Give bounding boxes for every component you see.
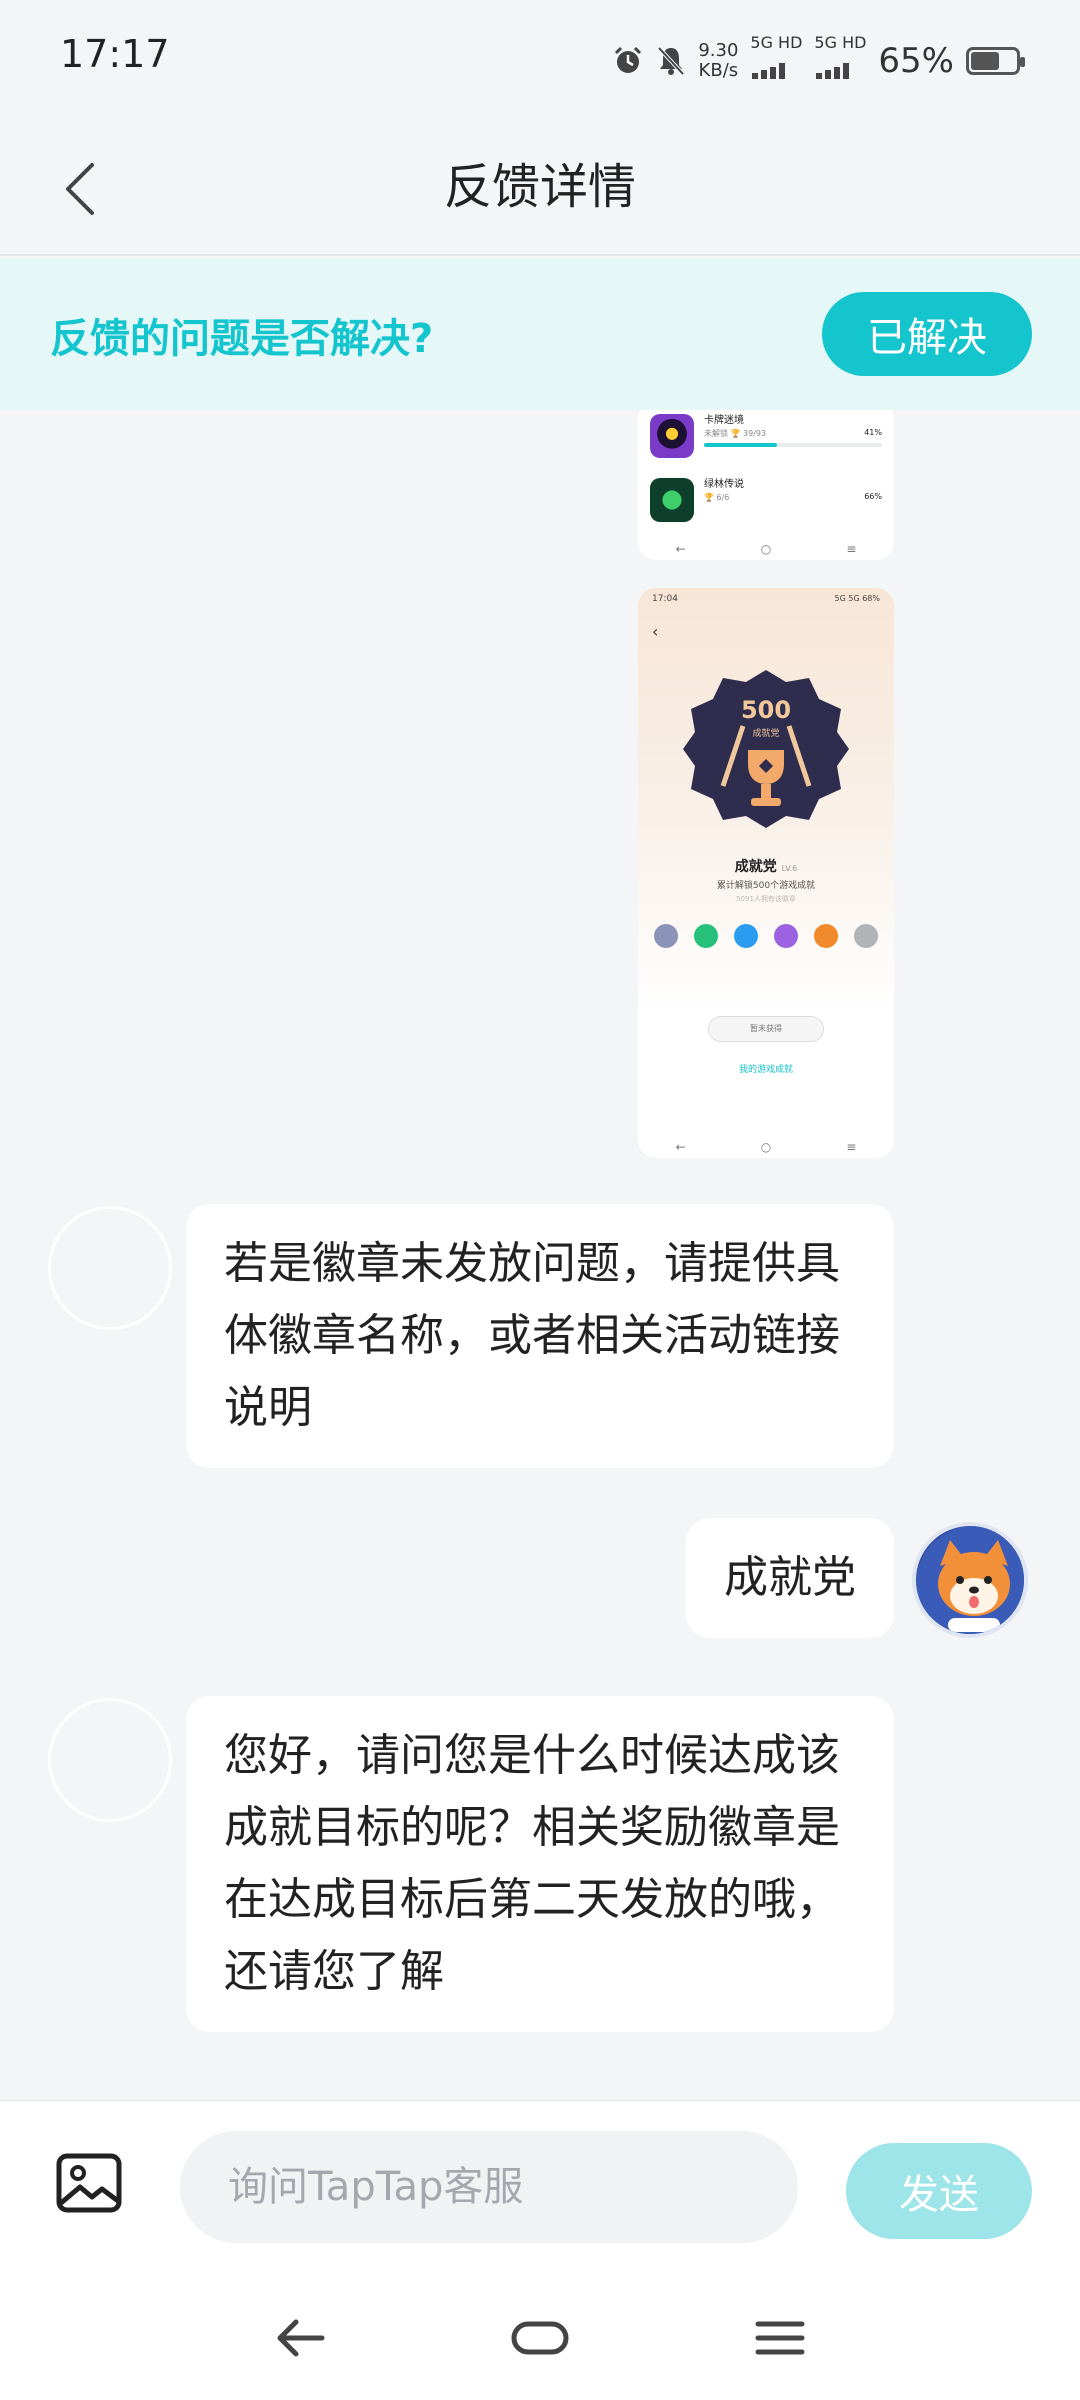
badge-caption: 成就党	[752, 729, 780, 739]
attached-screenshot[interactable]: 卡牌迷境 未解锁 🏆 39/93 41% 绿林传说 🏆 6/6 66% ← ○	[638, 410, 894, 560]
tier-gem-icon	[734, 924, 758, 948]
attached-screenshot[interactable]: 17:04 5G 5G 68% ‹ 500 成就党 成就党 LV.6 累计解锁5…	[638, 588, 894, 1158]
nav-menu-button[interactable]	[740, 2308, 820, 2368]
sim1-signal: 5G HD	[750, 34, 802, 87]
send-button[interactable]: 发送	[846, 2143, 1032, 2239]
game-progress-text: 未解锁 🏆 39/93	[704, 429, 767, 438]
signal-icon	[752, 63, 786, 79]
sim2-signal: 5G HD	[814, 34, 866, 87]
signal-icon	[816, 63, 850, 79]
badge-number: 500	[740, 696, 792, 724]
game-achievement-row: 绿林传说 🏆 6/6 66%	[650, 478, 882, 532]
shot-status: 5G 5G 68%	[834, 594, 880, 603]
status-bar: 17:17 9.30 KB/s 5G HD 5G HD 65%	[0, 0, 1080, 120]
chevron-left-icon: ‹	[652, 622, 659, 641]
battery-percent: 65%	[878, 40, 954, 81]
game-icon	[650, 414, 694, 458]
game-name: 卡牌迷境	[704, 415, 744, 426]
home-icon: ○	[760, 542, 772, 556]
system-nav-bar	[0, 2270, 1080, 2400]
tier-gem-icon	[654, 924, 678, 948]
shiba-avatar-icon	[916, 1526, 1024, 1634]
page-title: 反馈详情	[443, 159, 636, 215]
badge-title: 成就党 LV.6	[734, 859, 798, 875]
status-time: 17:17	[60, 32, 170, 76]
mini-nav-bar: ← ○ ≡	[638, 542, 894, 556]
game-achievement-row: 卡牌迷境 未解锁 🏆 39/93 41%	[650, 414, 882, 468]
progress-bar	[704, 443, 882, 447]
home-icon	[511, 2321, 569, 2355]
agent-message-bubble: 您好，请问您是什么时候达成该成就目标的呢？相关奖励徽章是在达成目标后第二天发放的…	[186, 1696, 894, 2032]
resolve-banner: 反馈的问题是否解决? 已解决	[0, 258, 1080, 410]
resolved-button[interactable]: 已解决	[822, 292, 1032, 376]
achievement-badge: 500 成就党	[683, 666, 849, 832]
not-obtained-button: 暂未获得	[708, 1016, 824, 1042]
my-achievements-link: 我的游戏成就	[738, 1065, 793, 1075]
agent-avatar	[48, 1206, 172, 1330]
game-progress-text: 🏆 6/6	[704, 493, 730, 502]
mini-nav-bar: ← ○ ≡	[638, 1140, 894, 1154]
net-speed: 9.30 KB/s	[698, 39, 739, 81]
game-icon	[650, 478, 694, 522]
back-arrow-icon: ←	[675, 1140, 686, 1154]
tier-gem-icon	[774, 924, 798, 948]
home-icon: ○	[760, 1140, 772, 1154]
game-percent: 66%	[864, 492, 882, 501]
tier-gem-icon	[814, 924, 838, 948]
back-arrow-icon	[277, 2319, 325, 2357]
menu-icon: ≡	[846, 542, 857, 556]
status-icons: 9.30 KB/s 5G HD 5G HD 65%	[612, 34, 1025, 87]
mute-bell-icon	[657, 46, 685, 75]
battery-icon	[966, 46, 1025, 75]
tier-gem-icon	[694, 924, 718, 948]
game-name: 绿林传说	[704, 479, 744, 490]
tier-gem-icon	[854, 924, 878, 948]
chat-area[interactable]: 卡牌迷境 未解锁 🏆 39/93 41% 绿林传说 🏆 6/6 66% ← ○	[0, 410, 1080, 2100]
badge-level: LV.6	[781, 864, 798, 873]
agent-message-bubble: 若是徽章未发放问题，请提供具体徽章名称，或者相关活动链接说明	[186, 1204, 894, 1468]
back-arrow-icon: ←	[675, 542, 686, 556]
menu-icon	[755, 2321, 805, 2355]
badge-medal-icon	[683, 670, 849, 828]
header: 反馈详情	[0, 120, 1080, 256]
badge-tiers	[654, 924, 878, 948]
shot-time: 17:04	[652, 594, 678, 604]
nav-back-button[interactable]	[260, 2308, 340, 2368]
resolve-question: 反馈的问题是否解决?	[50, 316, 434, 362]
image-icon	[56, 2153, 122, 2213]
menu-icon: ≡	[846, 1140, 857, 1154]
input-bar: 发送	[0, 2100, 1080, 2270]
game-percent: 41%	[864, 428, 882, 437]
badge-description: 累计解锁500个游戏成就	[716, 881, 816, 891]
progress-fill	[704, 443, 777, 447]
message-input[interactable]	[180, 2131, 798, 2243]
user-message-bubble: 成就党	[686, 1518, 894, 1638]
agent-avatar	[48, 1698, 172, 1822]
image-upload-button[interactable]	[56, 2153, 122, 2213]
nav-home-button[interactable]	[500, 2308, 580, 2368]
user-avatar[interactable]	[912, 1522, 1028, 1638]
alarm-icon	[615, 46, 642, 73]
badge-sub-description: 5091人拥有该徽章	[736, 895, 796, 903]
